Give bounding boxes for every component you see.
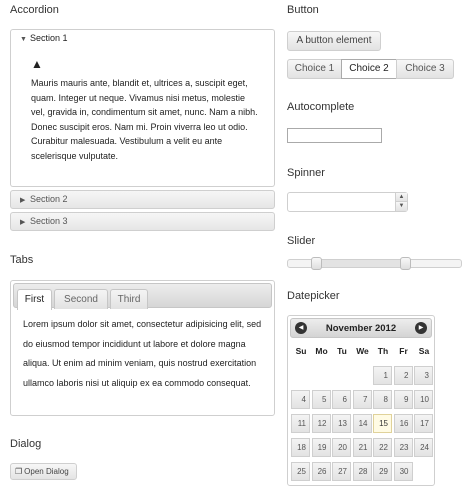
datepicker-day[interactable]: 13 [332, 414, 351, 433]
new-window-icon: ❐ [15, 467, 23, 476]
datepicker-day[interactable]: 1 [373, 366, 392, 385]
datepicker-day[interactable]: 9 [393, 390, 413, 409]
autocomplete-heading: Autocomplete [287, 101, 355, 113]
accordion-heading: Accordion [10, 4, 59, 16]
accordion-section-1-panel: ▲ Mauris mauris ante, blandit et, ultric… [10, 47, 275, 187]
autocomplete-input[interactable] [287, 128, 382, 143]
tab-first[interactable]: First [17, 289, 52, 310]
tabs-heading: Tabs [10, 254, 34, 266]
accordion-section-2-header[interactable]: ▶ Section 2 [10, 190, 275, 209]
datepicker-day[interactable]: 21 [352, 438, 372, 457]
datepicker-day[interactable]: 22 [373, 438, 392, 457]
slider-handle-min[interactable] [311, 257, 322, 270]
datepicker-day[interactable]: 18 [291, 438, 310, 457]
accordion-section-3-label: Section 3 [30, 216, 68, 226]
dialog-heading: Dialog [10, 438, 42, 450]
choice-2-button[interactable]: Choice 2 [341, 59, 397, 79]
datepicker-day[interactable]: 8 [373, 390, 392, 409]
spinner-input[interactable]: ▲ ▼ [287, 192, 408, 212]
datepicker-day[interactable]: 11 [291, 414, 310, 433]
datepicker-day-today[interactable]: 15 [373, 414, 392, 433]
datepicker-day[interactable]: 26 [311, 462, 331, 481]
datepicker-day[interactable]: 3 [414, 366, 433, 385]
datepicker-day[interactable]: 17 [414, 414, 433, 433]
spinner-heading: Spinner [287, 167, 325, 179]
spinner-buttons: ▲ ▼ [395, 193, 407, 211]
open-dialog-button[interactable]: ❐ Open Dialog [10, 463, 77, 480]
datepicker-day[interactable]: 12 [311, 414, 331, 433]
weekday-label: We [356, 346, 369, 356]
weekday-label: Sa [418, 346, 430, 356]
datepicker-day[interactable]: 14 [352, 414, 372, 433]
slider-track[interactable] [287, 257, 462, 270]
weekday-label: Mo [315, 346, 328, 356]
choice-3-button[interactable]: Choice 3 [396, 59, 454, 79]
datepicker-day[interactable]: 27 [332, 462, 351, 481]
triangle-down-icon: ▼ [20, 36, 27, 43]
datepicker-day[interactable]: 10 [414, 390, 433, 409]
circle-arrow-right-icon[interactable]: ▶ [415, 322, 427, 334]
tabs-widget: First Second Third Lorem ipsum dolor sit… [10, 280, 275, 416]
slider-range [317, 260, 406, 267]
datepicker-day[interactable]: 30 [393, 462, 413, 481]
accordion-section-2-label: Section 2 [30, 194, 68, 204]
weekday-label: Su [295, 346, 307, 356]
datepicker-day[interactable]: 23 [393, 438, 413, 457]
datepicker-day[interactable]: 25 [291, 462, 310, 481]
datepicker: ◀ November 2012 ▶ Su Mo Tu We Th Fr Sa 1 2 3 4 5 6 7 8… [287, 315, 435, 486]
weekday-label: Th [377, 346, 389, 356]
button-element[interactable]: A button element [287, 31, 381, 51]
slider-handle-max[interactable] [400, 257, 411, 270]
datepicker-day[interactable]: 4 [291, 390, 310, 409]
tab-third[interactable]: Third [110, 289, 148, 309]
open-dialog-label: Open Dialog [24, 467, 69, 476]
datepicker-day[interactable]: 2 [393, 366, 413, 385]
datepicker-day[interactable]: 24 [414, 438, 433, 457]
datepicker-day[interactable]: 29 [373, 462, 392, 481]
triangle-down-icon[interactable]: ▼ [396, 202, 407, 211]
tabs-bar: First Second Third [13, 283, 272, 310]
datepicker-heading: Datepicker [287, 290, 340, 302]
accordion-section-1-header[interactable]: ▼ Section 1 [10, 29, 275, 48]
accordion-content: Mauris mauris ante, blandit et, ultrices… [31, 78, 258, 161]
accordion-section-3-header[interactable]: ▶ Section 3 [10, 212, 275, 231]
datepicker-day[interactable]: 16 [393, 414, 413, 433]
warning-icon: ▲ [31, 57, 43, 71]
datepicker-day[interactable]: 19 [311, 438, 331, 457]
triangle-right-icon: ▶ [20, 197, 26, 204]
tab-panel-content: Lorem ipsum dolor sit amet, consectetur … [23, 319, 262, 388]
weekday-label: Tu [337, 346, 347, 356]
accordion-section-1-label: Section 1 [30, 33, 68, 43]
weekday-label: Fr [399, 346, 408, 356]
datepicker-header: ◀ November 2012 ▶ [290, 318, 432, 338]
datepicker-day[interactable]: 7 [352, 390, 372, 409]
triangle-right-icon: ▶ [20, 219, 26, 226]
tab-second[interactable]: Second [54, 289, 108, 309]
datepicker-day[interactable]: 28 [352, 462, 372, 481]
slider-heading: Slider [287, 235, 316, 247]
datepicker-day[interactable]: 5 [311, 390, 331, 409]
datepicker-day[interactable]: 20 [332, 438, 351, 457]
datepicker-month-title: November 2012 [325, 323, 397, 334]
triangle-up-icon[interactable]: ▲ [396, 193, 407, 202]
datepicker-day[interactable]: 6 [332, 390, 351, 409]
button-heading: Button [287, 4, 319, 16]
choice-1-button[interactable]: Choice 1 [287, 59, 342, 79]
